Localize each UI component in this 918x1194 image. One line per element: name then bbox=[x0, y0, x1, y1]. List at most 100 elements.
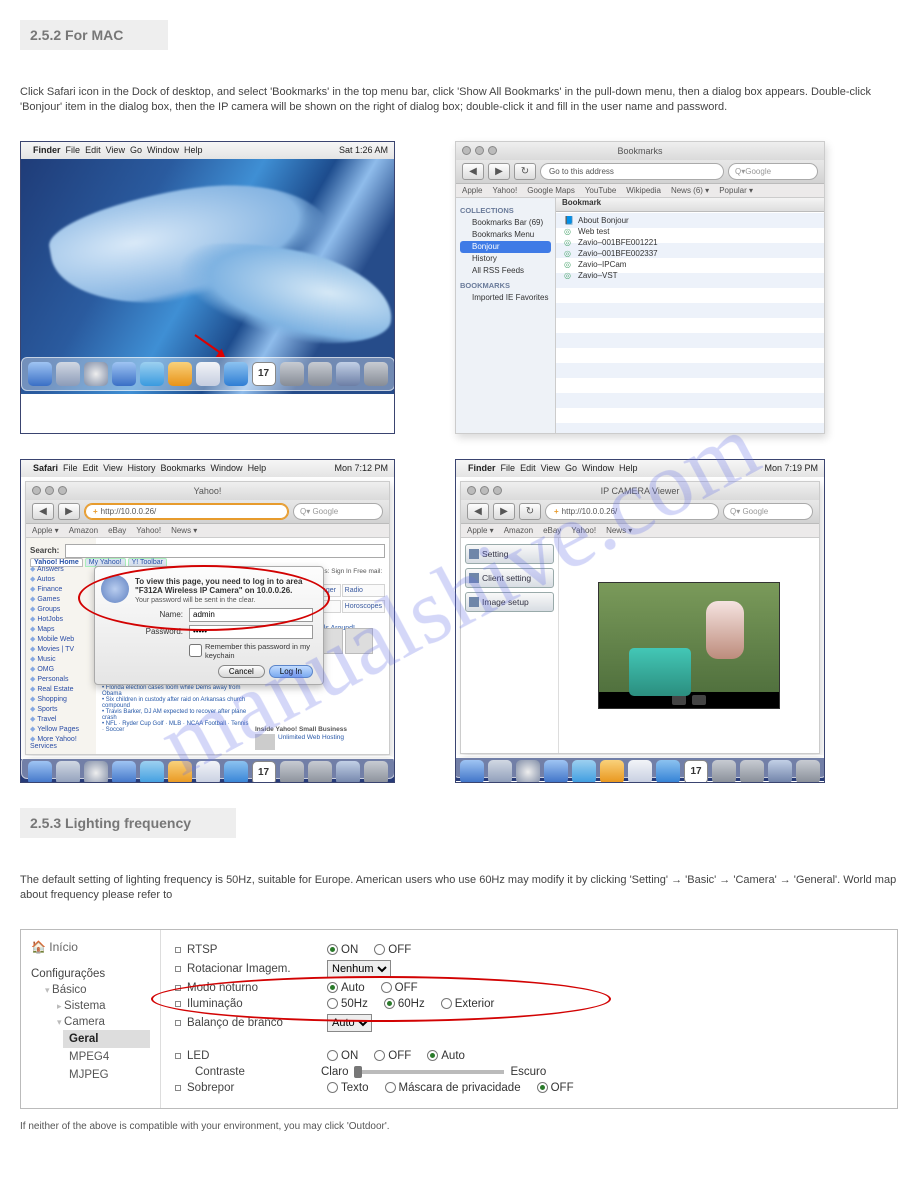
menubar-item[interactable]: File bbox=[501, 463, 516, 473]
list-item[interactable]: Zavio–VST bbox=[560, 270, 820, 281]
sidebar-item-bookmarksmenu[interactable]: Bookmarks Menu bbox=[460, 229, 551, 241]
dock-ical-icon[interactable]: 17 bbox=[252, 362, 276, 386]
radio-overlay-text[interactable] bbox=[327, 1082, 338, 1093]
list-item[interactable]: Zavio–001BFE002337 bbox=[560, 248, 820, 259]
white-balance-select[interactable]: Auto bbox=[327, 1014, 372, 1032]
back-button[interactable]: ◀ bbox=[462, 163, 484, 180]
menubar-item[interactable]: Edit bbox=[83, 463, 99, 473]
bookmark-link[interactable]: Apple bbox=[462, 186, 482, 195]
nav-system[interactable]: Sistema bbox=[57, 998, 150, 1014]
product-thumb[interactable] bbox=[345, 628, 373, 654]
menubar-item[interactable]: Window bbox=[147, 145, 179, 155]
dock-icon[interactable] bbox=[28, 761, 52, 783]
login-button[interactable]: Log In bbox=[269, 665, 313, 678]
yahoo-sidenav-item[interactable]: Games bbox=[30, 594, 92, 604]
search-field[interactable]: Q▾ Google bbox=[293, 503, 383, 520]
yahoo-sidenav-item[interactable]: Real Estate bbox=[30, 684, 92, 694]
bookmark-link[interactable]: Apple ▾ bbox=[32, 526, 59, 535]
close-icon[interactable] bbox=[462, 146, 471, 155]
dock-quicktime-icon[interactable] bbox=[224, 362, 248, 386]
bookmark-link[interactable]: Yahoo! bbox=[571, 526, 596, 535]
sidebar-item-bonjour[interactable]: Bonjour bbox=[460, 241, 551, 253]
video-control-icon[interactable] bbox=[692, 695, 706, 705]
dock-icon[interactable] bbox=[336, 362, 360, 386]
radio-exterior[interactable] bbox=[441, 998, 452, 1009]
radio-led-on[interactable] bbox=[327, 1050, 338, 1061]
zoom-icon[interactable] bbox=[493, 486, 502, 495]
name-input[interactable] bbox=[189, 608, 313, 622]
nav-home[interactable]: 🏠 Início bbox=[31, 940, 150, 954]
menubar-item[interactable]: Go bbox=[130, 145, 142, 155]
radio-led-off[interactable] bbox=[374, 1050, 385, 1061]
menubar-item[interactable]: File bbox=[63, 463, 78, 473]
contrast-slider[interactable] bbox=[354, 1070, 504, 1074]
menubar-item[interactable]: View bbox=[541, 463, 560, 473]
yahoo-sidenav-item[interactable]: Travel bbox=[30, 714, 92, 724]
address-bar[interactable]: Go to this address bbox=[540, 163, 724, 180]
dock-icon[interactable] bbox=[140, 761, 164, 783]
dock-icon[interactable] bbox=[364, 761, 388, 783]
dock-ical-icon[interactable]: 17 bbox=[684, 760, 708, 783]
reload-button[interactable]: ↻ bbox=[514, 163, 536, 180]
sidebar-item-rss[interactable]: All RSS Feeds bbox=[460, 265, 551, 277]
sb-link[interactable]: Unlimited Web Hosting bbox=[278, 734, 344, 750]
remember-checkbox[interactable] bbox=[189, 644, 202, 657]
radio-60hz[interactable] bbox=[384, 998, 395, 1009]
back-button[interactable]: ◀ bbox=[467, 503, 489, 520]
dock-icon[interactable] bbox=[112, 761, 136, 783]
dock-icon[interactable] bbox=[600, 760, 624, 783]
list-item[interactable]: Zavio–001BFE001221 bbox=[560, 237, 820, 248]
dock-ical-icon[interactable]: 17 bbox=[252, 761, 276, 783]
close-icon[interactable] bbox=[467, 486, 476, 495]
news-item[interactable]: • Travis Barker, DJ AM expected to recov… bbox=[102, 709, 252, 721]
menubar-item[interactable]: Go bbox=[565, 463, 577, 473]
yahoo-sidenav-item[interactable]: Movies | TV bbox=[30, 644, 92, 654]
rotate-select[interactable]: Nenhum bbox=[327, 960, 391, 978]
yahoo-sidenav-item[interactable]: OMG bbox=[30, 664, 92, 674]
forward-button[interactable]: ▶ bbox=[488, 163, 510, 180]
menubar-item[interactable]: Bookmarks bbox=[161, 463, 206, 473]
dock-preferences-icon[interactable] bbox=[280, 362, 304, 386]
zoom-icon[interactable] bbox=[58, 486, 67, 495]
radio-overlay-off[interactable] bbox=[537, 1082, 548, 1093]
password-input[interactable] bbox=[189, 625, 313, 639]
link-radio[interactable]: Radio bbox=[342, 584, 385, 597]
yahoo-sidenav-item[interactable]: Shopping bbox=[30, 694, 92, 704]
yahoo-sidenav-item[interactable]: Answers bbox=[30, 564, 92, 574]
yahoo-sidenav-item[interactable]: Finance bbox=[30, 584, 92, 594]
nav-general[interactable]: Geral bbox=[63, 1030, 150, 1048]
dock-icon[interactable] bbox=[168, 761, 192, 783]
menubar-item[interactable]: Help bbox=[184, 145, 203, 155]
dock-dashboard-icon[interactable] bbox=[56, 362, 80, 386]
radio-overlay-mask[interactable] bbox=[385, 1082, 396, 1093]
dock-icon[interactable] bbox=[572, 760, 596, 783]
bookmark-link[interactable]: Yahoo! bbox=[492, 186, 517, 195]
minimize-icon[interactable] bbox=[475, 146, 484, 155]
yahoo-sidenav-item[interactable]: Maps bbox=[30, 624, 92, 634]
bookmark-link[interactable]: eBay bbox=[543, 526, 561, 535]
news-item[interactable]: • Six children in custody after raid on … bbox=[102, 697, 252, 709]
radio-led-auto[interactable] bbox=[427, 1050, 438, 1061]
dock-icon[interactable] bbox=[224, 761, 248, 783]
bookmark-link[interactable]: Popular ▾ bbox=[719, 186, 753, 195]
dock-icon[interactable] bbox=[740, 760, 764, 783]
yahoo-search-input[interactable] bbox=[65, 544, 385, 558]
menubar-item[interactable]: File bbox=[66, 145, 81, 155]
dock-icon[interactable] bbox=[308, 362, 332, 386]
dock-addressbook-icon[interactable] bbox=[168, 362, 192, 386]
list-item[interactable]: Web test bbox=[560, 226, 820, 237]
dock-icon[interactable] bbox=[488, 760, 512, 783]
zoom-icon[interactable] bbox=[488, 146, 497, 155]
sidebar-item-bookmarksbar[interactable]: Bookmarks Bar (69) bbox=[460, 217, 551, 229]
dock-icon[interactable] bbox=[656, 760, 680, 783]
menubar-item[interactable]: History bbox=[127, 463, 155, 473]
dock-ichat-icon[interactable] bbox=[140, 362, 164, 386]
dock-mail-icon[interactable] bbox=[112, 362, 136, 386]
sidebar-item-imported[interactable]: Imported IE Favorites bbox=[460, 292, 551, 304]
bookmark-link[interactable]: News ▾ bbox=[171, 526, 197, 535]
back-button[interactable]: ◀ bbox=[32, 503, 54, 520]
close-icon[interactable] bbox=[32, 486, 41, 495]
menubar-item[interactable]: Help bbox=[619, 463, 638, 473]
dock-itunes-icon[interactable] bbox=[196, 362, 220, 386]
link-horoscopes[interactable]: Horoscopes bbox=[342, 600, 385, 613]
